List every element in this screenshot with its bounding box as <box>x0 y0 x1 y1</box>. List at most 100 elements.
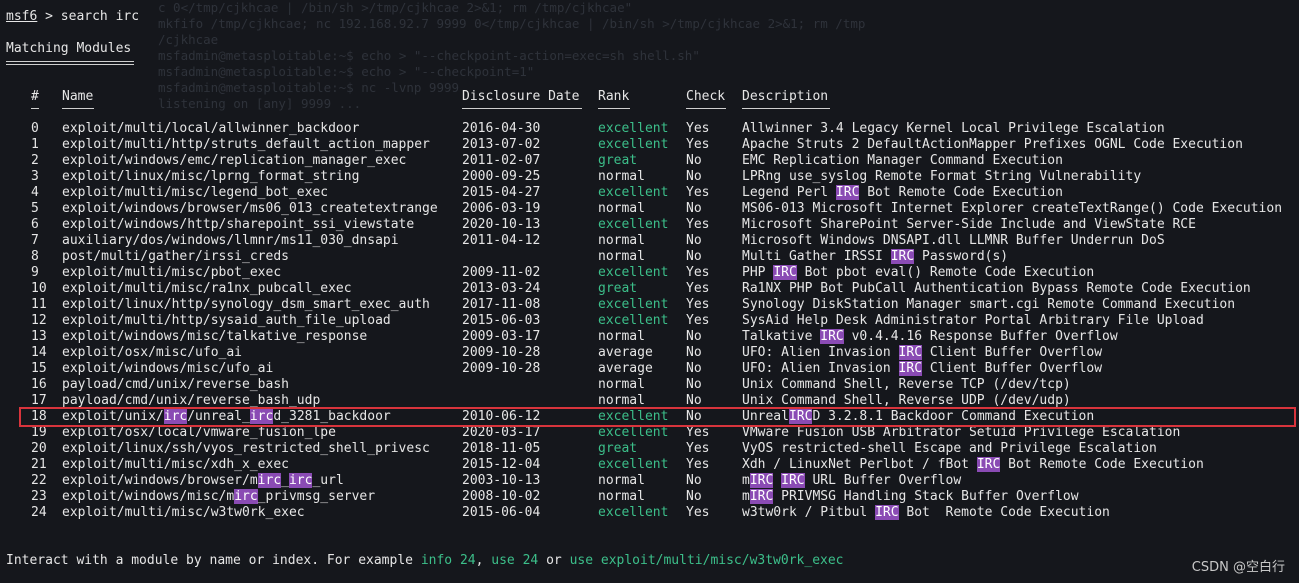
rank-value: normal <box>598 249 645 264</box>
rank-value: average <box>598 345 653 360</box>
table-row[interactable]: 6 exploit/windows/http/sharepoint_ssi_vie… <box>0 217 1299 233</box>
rank-value: excellent <box>598 217 669 232</box>
check-value: No <box>686 361 702 376</box>
module-description: UFO: Alien Invasion IRC Client Buffer Ov… <box>742 345 1103 360</box>
row-index: 9 <box>31 265 39 280</box>
module-description: w3tw0rk / Pitbul IRC Bot Remote Code Exe… <box>742 505 1110 520</box>
col-header-num: # <box>31 89 39 104</box>
rank-value: normal <box>598 489 645 504</box>
check-value: Yes <box>686 217 710 232</box>
row-index: 16 <box>31 377 47 392</box>
module-name: exploit/windows/misc/ufo_ai <box>62 361 274 376</box>
row-index: 4 <box>31 185 39 200</box>
disclosure-date: 2011-04-12 <box>462 233 541 248</box>
module-name: exploit/multi/misc/xdh_x_exec <box>62 457 289 472</box>
table-row[interactable]: 19 exploit/osx/local/vmware_fusion_lpe 202… <box>0 425 1299 441</box>
table-row[interactable]: 12 exploit/multi/http/sysaid_auth_file_up… <box>0 313 1299 329</box>
table-row[interactable]: 0 exploit/multi/local/allwinner_backdoor 2… <box>0 121 1299 137</box>
row-index: 15 <box>31 361 47 376</box>
module-description: mIRC PRIVMSG Handling Stack Buffer Overf… <box>742 489 1079 504</box>
table-row[interactable]: 2 exploit/windows/emc/replication_manager… <box>0 153 1299 169</box>
table-row[interactable]: 24 exploit/multi/misc/w3tw0rk_exec 2015-06… <box>0 505 1299 521</box>
table-row[interactable]: 22 exploit/windows/browser/mirc_irc_url 20… <box>0 473 1299 489</box>
search-match-highlight: IRC <box>773 265 797 280</box>
module-name: exploit/multi/local/allwinner_backdoor <box>62 121 360 136</box>
check-value: No <box>686 329 702 344</box>
module-description: SysAid Help Desk Administrator Portal Ar… <box>742 313 1204 328</box>
row-index: 20 <box>31 441 47 456</box>
table-row[interactable]: 14 exploit/osx/misc/ufo_ai 2009-10-28 avera… <box>0 345 1299 361</box>
module-name: exploit/windows/browser/ms06_013_createt… <box>62 201 438 216</box>
rank-value: excellent <box>598 137 669 152</box>
check-value: Yes <box>686 121 710 136</box>
rank-value: normal <box>598 377 645 392</box>
module-description: Allwinner 3.4 Legacy Kernel Local Privil… <box>742 121 1165 136</box>
module-name: exploit/multi/misc/pbot_exec <box>62 265 282 280</box>
check-value: Yes <box>686 441 710 456</box>
table-row[interactable]: 8 post/multi/gather/irssi_creds normal No Mu… <box>0 249 1299 265</box>
table-row[interactable]: 1 exploit/multi/http/struts_default_actio… <box>0 137 1299 153</box>
table-row[interactable]: 5 exploit/windows/browser/ms06_013_create… <box>0 201 1299 217</box>
table-row[interactable]: 4 exploit/multi/misc/legend_bot_exec 2015-… <box>0 185 1299 201</box>
disclosure-date: 2015-04-27 <box>462 185 541 200</box>
section-title: Matching Modules <box>6 41 132 56</box>
table-row[interactable]: 11 exploit/linux/http/synology_dsm_smart_… <box>0 297 1299 313</box>
row-index: 8 <box>31 249 39 264</box>
table-row[interactable]: 10 exploit/multi/misc/ra1nx_pubcall_exec 2… <box>0 281 1299 297</box>
check-value: No <box>686 153 702 168</box>
disclosure-date: 2013-03-24 <box>462 281 541 296</box>
footer-sep1: , <box>475 553 492 568</box>
row-index: 14 <box>31 345 47 360</box>
table-row[interactable]: 20 exploit/linux/ssh/vyos_restricted_shel… <box>0 441 1299 457</box>
disclosure-date: 2009-03-17 <box>462 329 541 344</box>
rank-value: normal <box>598 169 645 184</box>
section-title-underline <box>6 61 134 65</box>
module-description: EMC Replication Manager Command Executio… <box>742 153 1063 168</box>
check-value: No <box>686 201 702 216</box>
col-underline-check <box>686 108 726 109</box>
search-match-highlight: IRC <box>976 457 1001 472</box>
table-row[interactable]: 16 payload/cmd/unix/reverse_bash normal No U… <box>0 377 1299 393</box>
disclosure-date: 2000-09-25 <box>462 169 541 184</box>
row-index: 22 <box>31 473 47 488</box>
module-description: Microsoft SharePoint Server-Side Include… <box>742 217 1196 232</box>
table-row[interactable]: 21 exploit/multi/misc/xdh_x_exec 2015-12-0… <box>0 457 1299 473</box>
table-row[interactable]: 9 exploit/multi/misc/pbot_exec 2009-11-02 e… <box>0 265 1299 281</box>
module-name: exploit/multi/misc/ra1nx_pubcall_exec <box>62 281 352 296</box>
check-value: No <box>686 377 702 392</box>
check-value: No <box>686 345 702 360</box>
check-value: Yes <box>686 265 710 280</box>
module-description: MS06-013 Microsoft Internet Explorer cre… <box>742 201 1283 216</box>
row-index: 10 <box>31 281 47 296</box>
disclosure-date: 2009-10-28 <box>462 345 541 360</box>
module-name: auxiliary/dos/windows/llmnr/ms11_030_dns… <box>62 233 399 248</box>
search-match-highlight: IRC <box>875 505 899 520</box>
table-row[interactable]: 13 exploit/windows/misc/talkative_respons… <box>0 329 1299 345</box>
check-value: Yes <box>686 297 710 312</box>
table-row[interactable]: 7 auxiliary/dos/windows/llmnr/ms11_030_dn… <box>0 233 1299 249</box>
module-name: exploit/linux/ssh/vyos_restricted_shell_… <box>62 441 430 456</box>
search-match-highlight: IRC <box>835 185 860 200</box>
disclosure-date: 2011-02-07 <box>462 153 541 168</box>
rank-value: excellent <box>598 297 669 312</box>
table-row[interactable]: 15 exploit/windows/misc/ufo_ai 2009-10-28 a… <box>0 361 1299 377</box>
search-match-highlight: IRC <box>898 361 923 376</box>
check-value: Yes <box>686 137 710 152</box>
rank-value: excellent <box>598 265 669 280</box>
rank-value: normal <box>598 473 645 488</box>
col-header-date: Disclosure Date <box>462 89 580 104</box>
module-name: exploit/linux/misc/lprng_format_string <box>62 169 360 184</box>
disclosure-date: 2009-10-28 <box>462 361 541 376</box>
table-row[interactable]: 23 exploit/windows/misc/mirc_privmsg_serv… <box>0 489 1299 505</box>
rank-value: great <box>598 153 638 168</box>
search-match-highlight: IRC <box>749 473 774 488</box>
rank-value: excellent <box>598 185 669 200</box>
module-description: UFO: Alien Invasion IRC Client Buffer Ov… <box>742 361 1103 376</box>
disclosure-date: 2008-10-02 <box>462 489 541 504</box>
module-description: Unix Command Shell, Reverse TCP (/dev/tc… <box>742 377 1071 392</box>
row-index: 13 <box>31 329 47 344</box>
rank-value: great <box>598 281 638 296</box>
rank-value: normal <box>598 201 645 216</box>
table-row[interactable]: 3 exploit/linux/misc/lprng_format_string 2… <box>0 169 1299 185</box>
rank-value: excellent <box>598 121 669 136</box>
